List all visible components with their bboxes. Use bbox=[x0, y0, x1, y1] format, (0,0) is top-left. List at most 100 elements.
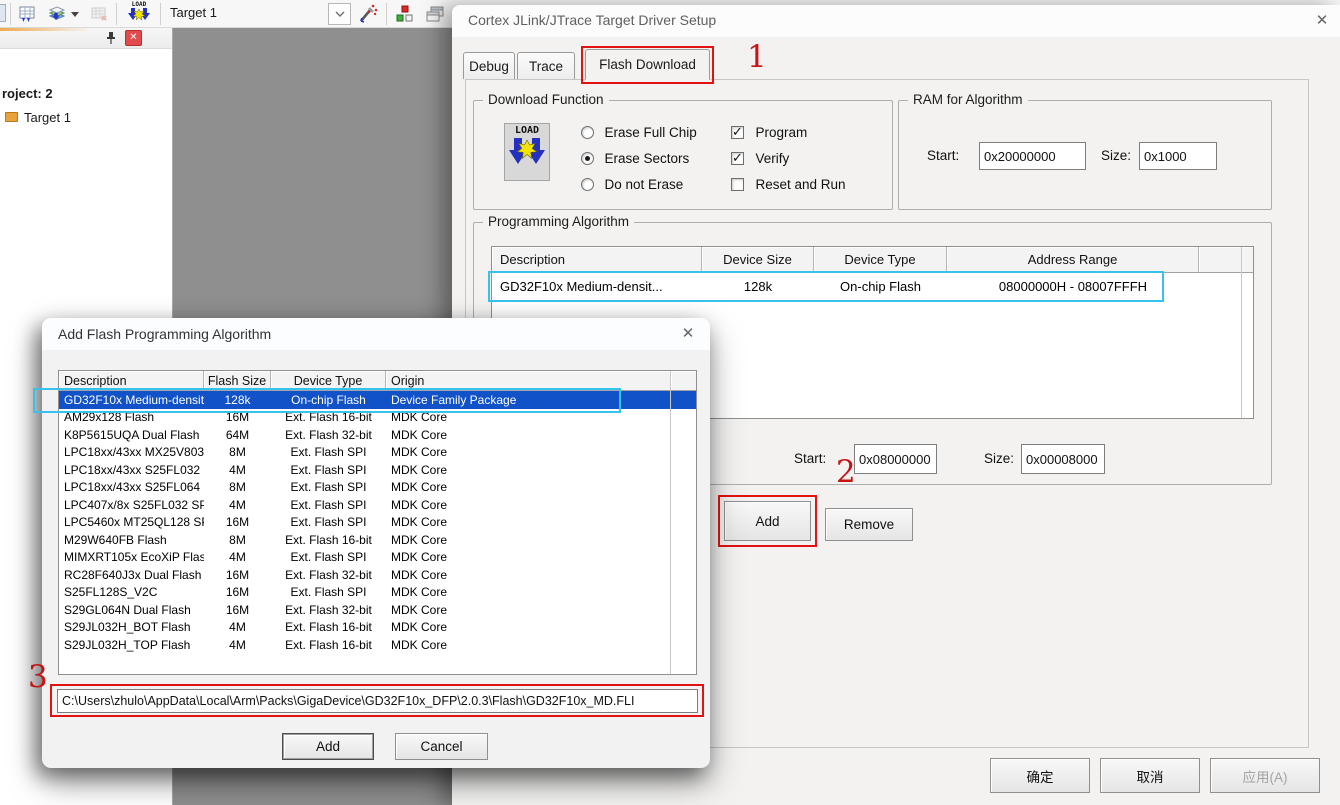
column-header[interactable]: Flash Size bbox=[204, 371, 271, 390]
rebuild-dropdown[interactable] bbox=[68, 2, 82, 26]
radio-erase-sectors[interactable]: Erase Sectors bbox=[581, 151, 689, 170]
radio-do-not-erase[interactable]: Do not Erase bbox=[581, 177, 683, 196]
tab-label: Trace bbox=[529, 59, 563, 74]
checkbox-icon[interactable] bbox=[731, 178, 744, 191]
radio-erase-full-chip[interactable]: Erase Full Chip bbox=[581, 125, 697, 144]
options-for-target-button[interactable] bbox=[354, 2, 380, 26]
table-cell: MDK Core bbox=[386, 410, 671, 424]
tab-flash-download[interactable]: Flash Download bbox=[585, 49, 710, 80]
checkbox-icon[interactable] bbox=[731, 152, 744, 165]
table-row[interactable]: S29GL064N Dual Flash16MExt. Flash 32-bit… bbox=[59, 601, 696, 619]
table-cell: Ext. Flash 32-bit bbox=[271, 568, 386, 582]
ram-start-input[interactable] bbox=[979, 142, 1086, 170]
table-cell: MDK Core bbox=[386, 620, 671, 634]
column-header[interactable]: Device Type bbox=[271, 371, 386, 390]
table-cell: 4M bbox=[204, 550, 271, 564]
chevron-down-icon bbox=[335, 11, 345, 17]
table-row[interactable]: LPC5460x MT25QL128 SPIFI16MExt. Flash SP… bbox=[59, 514, 696, 532]
table-cell: 16M bbox=[204, 585, 271, 599]
table-row[interactable]: K8P5615UQA Dual Flash64MExt. Flash 32-bi… bbox=[59, 426, 696, 444]
rebuild-button[interactable] bbox=[44, 2, 70, 26]
table-row[interactable]: LPC18xx/43xx S25FL032 SP...4MExt. Flash … bbox=[59, 461, 696, 479]
pin-button[interactable] bbox=[103, 30, 119, 46]
project-tree-heading[interactable]: roject: 2 bbox=[2, 86, 53, 101]
cancel-button[interactable]: 取消 bbox=[1100, 758, 1200, 793]
target-select[interactable]: Target 1 bbox=[170, 5, 320, 20]
target-select-dropdown[interactable] bbox=[328, 3, 351, 25]
table-cell: 128k bbox=[702, 279, 814, 294]
table-body: GD32F10x Medium-density F...128kOn-chip … bbox=[59, 391, 696, 654]
radio-icon[interactable] bbox=[581, 178, 594, 191]
table-cell: Ext. Flash SPI bbox=[271, 550, 386, 564]
windows-button[interactable] bbox=[422, 2, 448, 26]
table-header: DescriptionFlash SizeDevice TypeOrigin bbox=[59, 371, 696, 391]
table-cell: On-chip Flash bbox=[814, 279, 947, 294]
flash-size-label: Size: bbox=[984, 451, 1014, 466]
components-cubes-icon bbox=[395, 5, 415, 23]
algorithm-list-table: DescriptionFlash SizeDevice TypeOrigin G… bbox=[58, 370, 697, 675]
flash-size-input[interactable] bbox=[1021, 444, 1105, 474]
radio-icon[interactable] bbox=[581, 126, 594, 139]
table-cell: 4M bbox=[204, 620, 271, 634]
checkbox-reset-and-run[interactable]: Reset and Run bbox=[731, 177, 846, 196]
column-header[interactable]: Origin bbox=[386, 371, 671, 390]
remove-algorithm-button[interactable]: Remove bbox=[825, 508, 913, 541]
table-body: GD32F10x Medium-densit...128kOn-chip Fla… bbox=[492, 273, 1253, 300]
table-row[interactable]: LPC18xx/43xx S25FL064 SP...8MExt. Flash … bbox=[59, 479, 696, 497]
toolbar-separator bbox=[160, 3, 161, 25]
panel-close-button[interactable]: ✕ bbox=[125, 30, 142, 46]
button-label: Remove bbox=[844, 517, 894, 532]
build-button[interactable] bbox=[14, 2, 40, 26]
column-header[interactable]: Device Size bbox=[702, 247, 814, 272]
checkbox-icon[interactable] bbox=[731, 126, 744, 139]
table-row[interactable]: AM29x128 Flash16MExt. Flash 16-bitMDK Co… bbox=[59, 409, 696, 427]
download-function-group: Download Function LOAD Erase Full Chip E… bbox=[473, 100, 893, 210]
table-cell: 08000000H - 08007FFFH bbox=[947, 279, 1199, 294]
ram-size-input[interactable] bbox=[1139, 142, 1217, 170]
ok-button[interactable]: 确定 bbox=[990, 758, 1090, 793]
confirm-add-button[interactable]: Add bbox=[282, 733, 374, 760]
project-tree-item-target[interactable]: Target 1 bbox=[24, 110, 71, 125]
tab-debug[interactable]: Debug bbox=[463, 52, 515, 79]
table-row[interactable]: S29JL032H_TOP Flash4MExt. Flash 16-bitMD… bbox=[59, 636, 696, 654]
column-header[interactable]: Description bbox=[492, 247, 702, 272]
checkbox-program[interactable]: Program bbox=[731, 125, 807, 144]
table-header: DescriptionDevice SizeDevice TypeAddress… bbox=[492, 247, 1253, 273]
dialog-close-button[interactable]: ✕ bbox=[676, 322, 700, 346]
group-legend: Download Function bbox=[483, 92, 609, 107]
table-cell: Ext. Flash 16-bit bbox=[271, 620, 386, 634]
ram-size-label: Size: bbox=[1101, 148, 1131, 163]
algorithm-path-input[interactable] bbox=[57, 689, 698, 713]
table-row[interactable]: S25FL128S_V2C16MExt. Flash SPIMDK Core bbox=[59, 584, 696, 602]
target-folder-icon bbox=[5, 112, 18, 122]
table-cell: M29W640FB Flash bbox=[59, 533, 204, 547]
checkbox-verify[interactable]: Verify bbox=[731, 151, 789, 170]
table-row[interactable]: M29W640FB Flash8MExt. Flash 16-bitMDK Co… bbox=[59, 531, 696, 549]
column-header[interactable]: Address Range bbox=[947, 247, 1199, 272]
table-row[interactable]: MIMXRT105x EcoXiP Flash4MExt. Flash SPIM… bbox=[59, 549, 696, 567]
column-header[interactable]: Description bbox=[59, 371, 204, 390]
load-button[interactable]: LOAD bbox=[124, 2, 154, 26]
flash-start-input[interactable] bbox=[854, 444, 937, 474]
dialog-close-button[interactable]: ✕ bbox=[1310, 9, 1334, 33]
table-row[interactable]: LPC18xx/43xx MX25V8035F...8MExt. Flash S… bbox=[59, 444, 696, 462]
column-header[interactable]: Device Type bbox=[814, 247, 947, 272]
table-cell: 16M bbox=[204, 515, 271, 529]
table-row[interactable]: GD32F10x Medium-densit...128kOn-chip Fla… bbox=[492, 273, 1253, 300]
add-algorithm-button[interactable]: Add bbox=[724, 501, 811, 541]
table-cell: 64M bbox=[204, 428, 271, 442]
table-row[interactable]: S29JL032H_BOT Flash4MExt. Flash 16-bitMD… bbox=[59, 619, 696, 637]
radio-icon[interactable] bbox=[581, 152, 594, 165]
table-cell: LPC407x/8x S25FL032 SPIFI bbox=[59, 498, 204, 512]
table-row[interactable]: RC28F640J3x Dual Flash16MExt. Flash 32-b… bbox=[59, 566, 696, 584]
load-flash-icon: LOAD bbox=[504, 123, 550, 181]
radio-label: Erase Full Chip bbox=[604, 125, 696, 140]
table-cell: Ext. Flash 16-bit bbox=[271, 410, 386, 424]
tab-trace[interactable]: Trace bbox=[517, 52, 575, 79]
table-cell: Ext. Flash SPI bbox=[271, 463, 386, 477]
table-row[interactable]: LPC407x/8x S25FL032 SPIFI4MExt. Flash SP… bbox=[59, 496, 696, 514]
table-row[interactable]: GD32F10x Medium-density F...128kOn-chip … bbox=[59, 391, 696, 409]
manage-components-button[interactable] bbox=[392, 2, 418, 26]
cancel-add-button[interactable]: Cancel bbox=[395, 733, 488, 760]
button-label: 应用(A) bbox=[1243, 766, 1288, 786]
